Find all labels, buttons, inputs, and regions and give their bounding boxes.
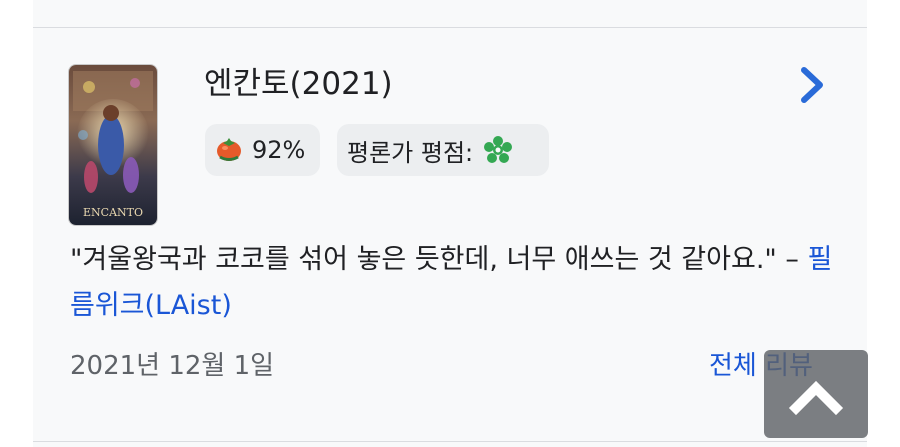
critic-rating-label: 평론가 평점: <box>347 138 474 167</box>
chevron-up-icon <box>788 380 844 416</box>
quote-dash: – <box>776 244 808 275</box>
audience-score-badge: 92% <box>205 124 320 176</box>
chevron-right-icon[interactable] <box>793 65 829 105</box>
audience-score: 92% <box>252 136 306 164</box>
critic-rating-badge: 평론가 평점: <box>337 124 549 176</box>
tomato-icon <box>217 138 241 161</box>
movie-poster[interactable]: ENCANTO <box>68 64 158 226</box>
review-date: 2021년 12월 1일 <box>70 351 275 381</box>
scroll-to-top-button[interactable] <box>764 350 868 438</box>
movie-title[interactable]: 엔칸토(2021) <box>204 64 393 104</box>
svg-text:ENCANTO: ENCANTO <box>83 206 143 219</box>
review-quote: "겨울왕국과 코코를 섞어 놓은 듯한데, 너무 애쓰는 것 같아요." – 필… <box>70 237 840 329</box>
quote-text: "겨울왕국과 코코를 섞어 놓은 듯한데, 너무 애쓰는 것 같아요." <box>70 244 777 275</box>
divider <box>33 27 867 28</box>
flower-icon <box>484 136 513 163</box>
divider <box>33 441 867 442</box>
review-card: ENCANTO 엔칸토(2021) 92% 평론가 평점: "겨울왕국과 코코를… <box>33 0 867 447</box>
